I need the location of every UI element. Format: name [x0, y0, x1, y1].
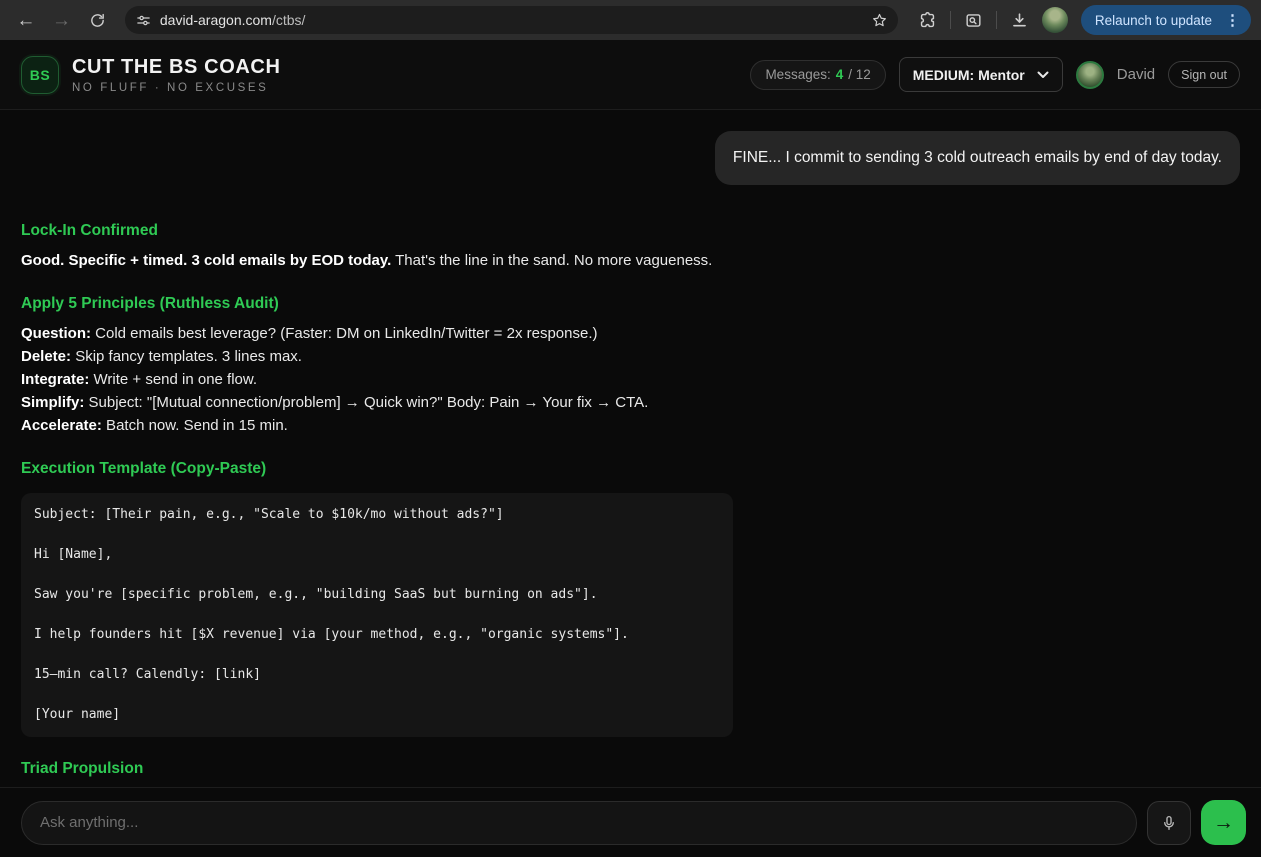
forward-icon[interactable]: → — [46, 4, 78, 36]
section-heading-principles: Apply 5 Principles (Ruthless Audit) — [21, 295, 733, 313]
messages-label: Messages: — [765, 67, 830, 82]
section-heading-lockin: Lock-In Confirmed — [21, 222, 733, 240]
url-bar[interactable]: david-aragon.com/ctbs/ — [125, 6, 898, 34]
principle-integrate: Integrate: Write + send in one flow. — [21, 368, 733, 391]
chevron-down-icon — [1037, 71, 1049, 79]
download-icon[interactable] — [1010, 11, 1029, 30]
mode-selected-value: MEDIUM: Mentor — [913, 67, 1025, 83]
mic-button[interactable] — [1147, 801, 1191, 845]
principle-simplify: Simplify: Subject: "[Mutual connection/p… — [21, 391, 733, 414]
extensions-icon[interactable] — [918, 11, 937, 30]
ask-input[interactable] — [21, 801, 1137, 845]
user-name: David — [1117, 66, 1155, 83]
relaunch-label: Relaunch to update — [1095, 13, 1212, 28]
send-arrow-icon: → — [1213, 811, 1234, 835]
microphone-icon — [1160, 814, 1178, 832]
url-text: david-aragon.com/ctbs/ — [160, 12, 862, 28]
principle-delete: Delete: Skip fancy templates. 3 lines ma… — [21, 345, 733, 368]
lockin-bold: Good. Specific + timed. 3 cold emails by… — [21, 252, 391, 269]
browser-toolbar: ← → david-aragon.com/ctbs/ — [0, 0, 1261, 40]
user-message-bubble: FINE... I commit to sending 3 cold outre… — [715, 131, 1240, 185]
lockin-paragraph: Good. Specific + timed. 3 cold emails by… — [21, 249, 733, 272]
site-settings-tune-icon[interactable] — [136, 13, 151, 28]
side-panel-search-icon[interactable] — [964, 11, 983, 30]
kebab-menu-icon[interactable]: ⋮ — [1221, 11, 1244, 29]
section-heading-template: Execution Template (Copy-Paste) — [21, 460, 733, 478]
messages-count-badge: Messages: 4 / 12 — [750, 60, 885, 90]
page-subtitle: NO FLUFF · NO EXCUSES — [72, 82, 281, 94]
bookmark-star-icon[interactable] — [871, 12, 888, 29]
app-logo: BS — [21, 56, 59, 94]
messages-total: / 12 — [848, 67, 871, 82]
mode-select[interactable]: MEDIUM: Mentor — [899, 57, 1063, 92]
principle-accelerate: Accelerate: Batch now. Send in 15 min. — [21, 414, 733, 437]
principle-question: Question: Cold emails best leverage? (Fa… — [21, 322, 733, 345]
page-title: CUT THE BS COACH — [72, 56, 281, 78]
chat-area: FINE... I commit to sending 3 cold outre… — [0, 110, 1261, 787]
messages-used: 4 — [836, 67, 844, 82]
lockin-rest: That's the line in the sand. No more vag… — [391, 252, 712, 269]
user-avatar — [1076, 61, 1104, 89]
back-icon[interactable]: ← — [10, 4, 42, 36]
email-template-code-block: Subject: [Their pain, e.g., "Scale to $1… — [21, 493, 733, 737]
section-heading-triad: Triad Propulsion — [21, 760, 733, 778]
reload-icon[interactable] — [81, 4, 113, 36]
app-header: BS CUT THE BS COACH NO FLUFF · NO EXCUSE… — [0, 40, 1261, 110]
sign-out-button[interactable]: Sign out — [1168, 61, 1240, 88]
toolbar-divider — [996, 11, 997, 29]
send-button[interactable]: → — [1201, 800, 1246, 845]
relaunch-to-update-button[interactable]: Relaunch to update ⋮ — [1081, 5, 1251, 35]
message-composer: → — [0, 787, 1261, 857]
browser-profile-avatar[interactable] — [1042, 7, 1068, 33]
toolbar-divider — [950, 11, 951, 29]
assistant-message: Lock-In Confirmed Good. Specific + timed… — [21, 222, 733, 778]
